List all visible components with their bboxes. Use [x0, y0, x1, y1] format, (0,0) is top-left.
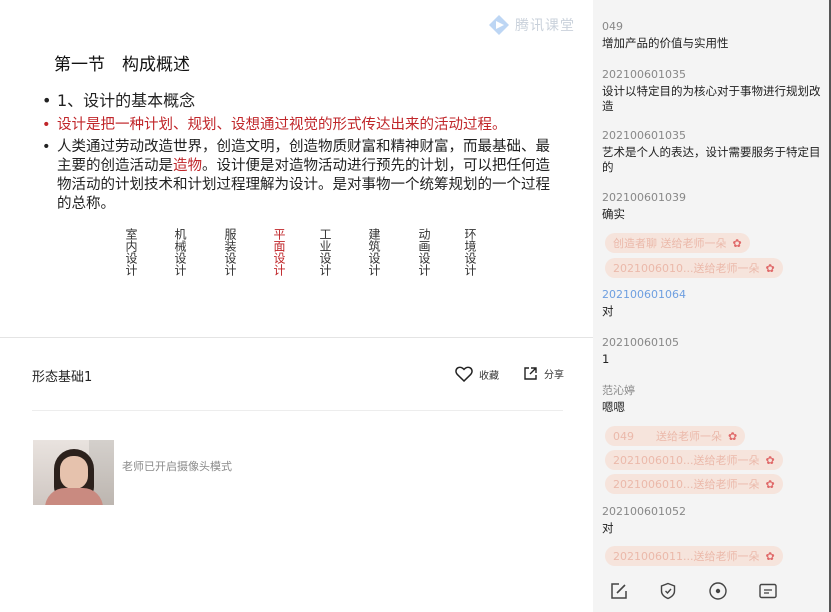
edit-button[interactable]: [608, 580, 630, 602]
chat-sender: 202100601064: [602, 288, 686, 301]
category-architecture: 建筑设计: [367, 228, 381, 276]
tencent-classroom-logo: 腾讯课堂: [488, 14, 575, 36]
shield-button[interactable]: [657, 580, 679, 602]
teacher-camera-thumbnail[interactable]: [33, 440, 114, 505]
shield-icon: [660, 582, 676, 600]
highlight-zaowu: 造物: [173, 158, 202, 174]
chat-sender: 202100601052: [602, 505, 686, 518]
gift-text: 2021006010...送给老师一朵: [613, 454, 760, 467]
chat-text: 艺术是个人的表达，设计需要服务于特定目的: [602, 145, 821, 174]
chat-sender: 049: [602, 20, 623, 33]
chat-message: 202100601052 对: [602, 504, 827, 536]
flower-icon: ✿: [765, 549, 775, 563]
chat-sender: 202100601035: [602, 129, 686, 142]
chat-toolbar: [593, 572, 831, 612]
chat-text: 对: [602, 304, 614, 318]
favorite-button[interactable]: 收藏: [455, 366, 499, 382]
share-button[interactable]: 分享: [523, 366, 564, 381]
gift-notification: 创造者聊 送给老师一朵 ✿: [605, 233, 750, 253]
gift-text: 创造者聊 送给老师一朵: [613, 237, 727, 250]
gift-notification: 049 送给老师一朵 ✿: [605, 426, 746, 446]
gift-notification: 2021006011...送给老师一朵 ✿: [605, 546, 783, 566]
chat-text: 嗯嗯: [602, 400, 625, 414]
chat-message: 范沁婷 嗯嗯: [602, 383, 827, 415]
category-environment: 环境设计: [463, 228, 477, 276]
chat-panel[interactable]: 049 增加产品的价值与实用性 202100601035 设计以特定目的为核心对…: [593, 0, 831, 612]
flower-icon: ✿: [728, 429, 738, 443]
card-button[interactable]: [757, 580, 779, 602]
chat-text: 设计以特定目的为核心对于事物进行规划改造: [602, 84, 821, 113]
camera-mode-note: 老师已开启摄像头模式: [122, 460, 232, 473]
chat-sender: 202100601035: [602, 68, 686, 81]
card-icon: [759, 583, 777, 599]
chat-text: 确实: [602, 207, 625, 221]
category-graphic: 平面设计: [272, 228, 286, 276]
heart-icon: [455, 366, 473, 382]
share-label: 分享: [544, 370, 564, 381]
category-animation: 动画设计: [417, 228, 431, 276]
target-icon: [709, 582, 727, 600]
flower-icon: ✿: [765, 453, 775, 467]
category-interior: 室内设计: [124, 228, 138, 276]
chat-message: 202100601064 对: [602, 287, 827, 319]
gift-text: 049 送给老师一朵: [613, 430, 722, 443]
chat-message: 202100601035 设计以特定目的为核心对于事物进行规划改造: [602, 67, 827, 114]
share-icon: [524, 367, 537, 380]
category-fashion: 服装设计: [223, 228, 237, 276]
gift-notification: 2021006010...送给老师一朵 ✿: [605, 258, 783, 278]
chat-message: 20210060105 1: [602, 335, 827, 367]
flower-icon: ✿: [732, 236, 742, 250]
slide: 腾讯课堂 第一节 构成概述 • 1、设计的基本概念 • 设计是把一种计划、规划、设想…: [0, 0, 593, 336]
gift-text: 2021006010...送给老师一朵: [613, 262, 760, 275]
teacher-face: [60, 456, 88, 489]
favorite-label: 收藏: [479, 370, 499, 382]
chat-text: 对: [602, 521, 614, 535]
logo-mark-icon: [489, 15, 509, 35]
divider: [32, 410, 563, 411]
flower-icon: ✿: [765, 261, 775, 275]
category-mechanical: 机械设计: [173, 228, 187, 276]
bullet-design-definition: • 设计是把一种计划、规划、设想通过视觉的形式传达出来的活动过程。: [42, 117, 507, 133]
category-industrial: 工业设计: [318, 228, 332, 276]
logo-text: 腾讯课堂: [515, 18, 575, 34]
bullet-basic-concept: • 1、设计的基本概念: [42, 91, 196, 110]
target-button[interactable]: [707, 580, 729, 602]
chat-message: 202100601039 确实: [602, 190, 827, 222]
chat-sender: 20210060105: [602, 336, 679, 349]
chat-sender: 202100601039: [602, 191, 686, 204]
chat-message: 202100601035 艺术是个人的表达，设计需要服务于特定目的: [602, 128, 827, 175]
chat-sender: 范沁婷: [602, 384, 635, 397]
chat-message: 049 增加产品的价值与实用性: [602, 19, 827, 51]
course-title: 形态基础1: [32, 370, 93, 385]
gift-text: 2021006010...送给老师一朵: [613, 478, 760, 491]
flower-icon: ✿: [765, 477, 775, 491]
gift-notification: 2021006010...送给老师一朵 ✿: [605, 474, 783, 494]
teacher-body: [45, 488, 103, 505]
gift-text: 2021006011...送给老师一朵: [613, 550, 760, 563]
bullet-design-explanation: • 人类通过劳动改造世界，创造文明，创造物质财富和精神财富，而最基础、最主要的创造…: [42, 139, 550, 212]
design-categories: 室内设计 机械设计 服装设计 平面设计 工业设计 建筑设计 动画设计 环境设计: [117, 228, 497, 288]
video-area: 腾讯课堂 第一节 构成概述 • 1、设计的基本概念 • 设计是把一种计划、规划、设想…: [0, 0, 593, 612]
chat-text: 1: [602, 352, 610, 366]
divider: [0, 337, 593, 338]
gift-notification: 2021006010...送给老师一朵 ✿: [605, 450, 783, 470]
edit-icon: [611, 583, 627, 599]
slide-title: 第一节 构成概述: [54, 55, 190, 75]
chat-text: 增加产品的价值与实用性: [602, 36, 729, 50]
